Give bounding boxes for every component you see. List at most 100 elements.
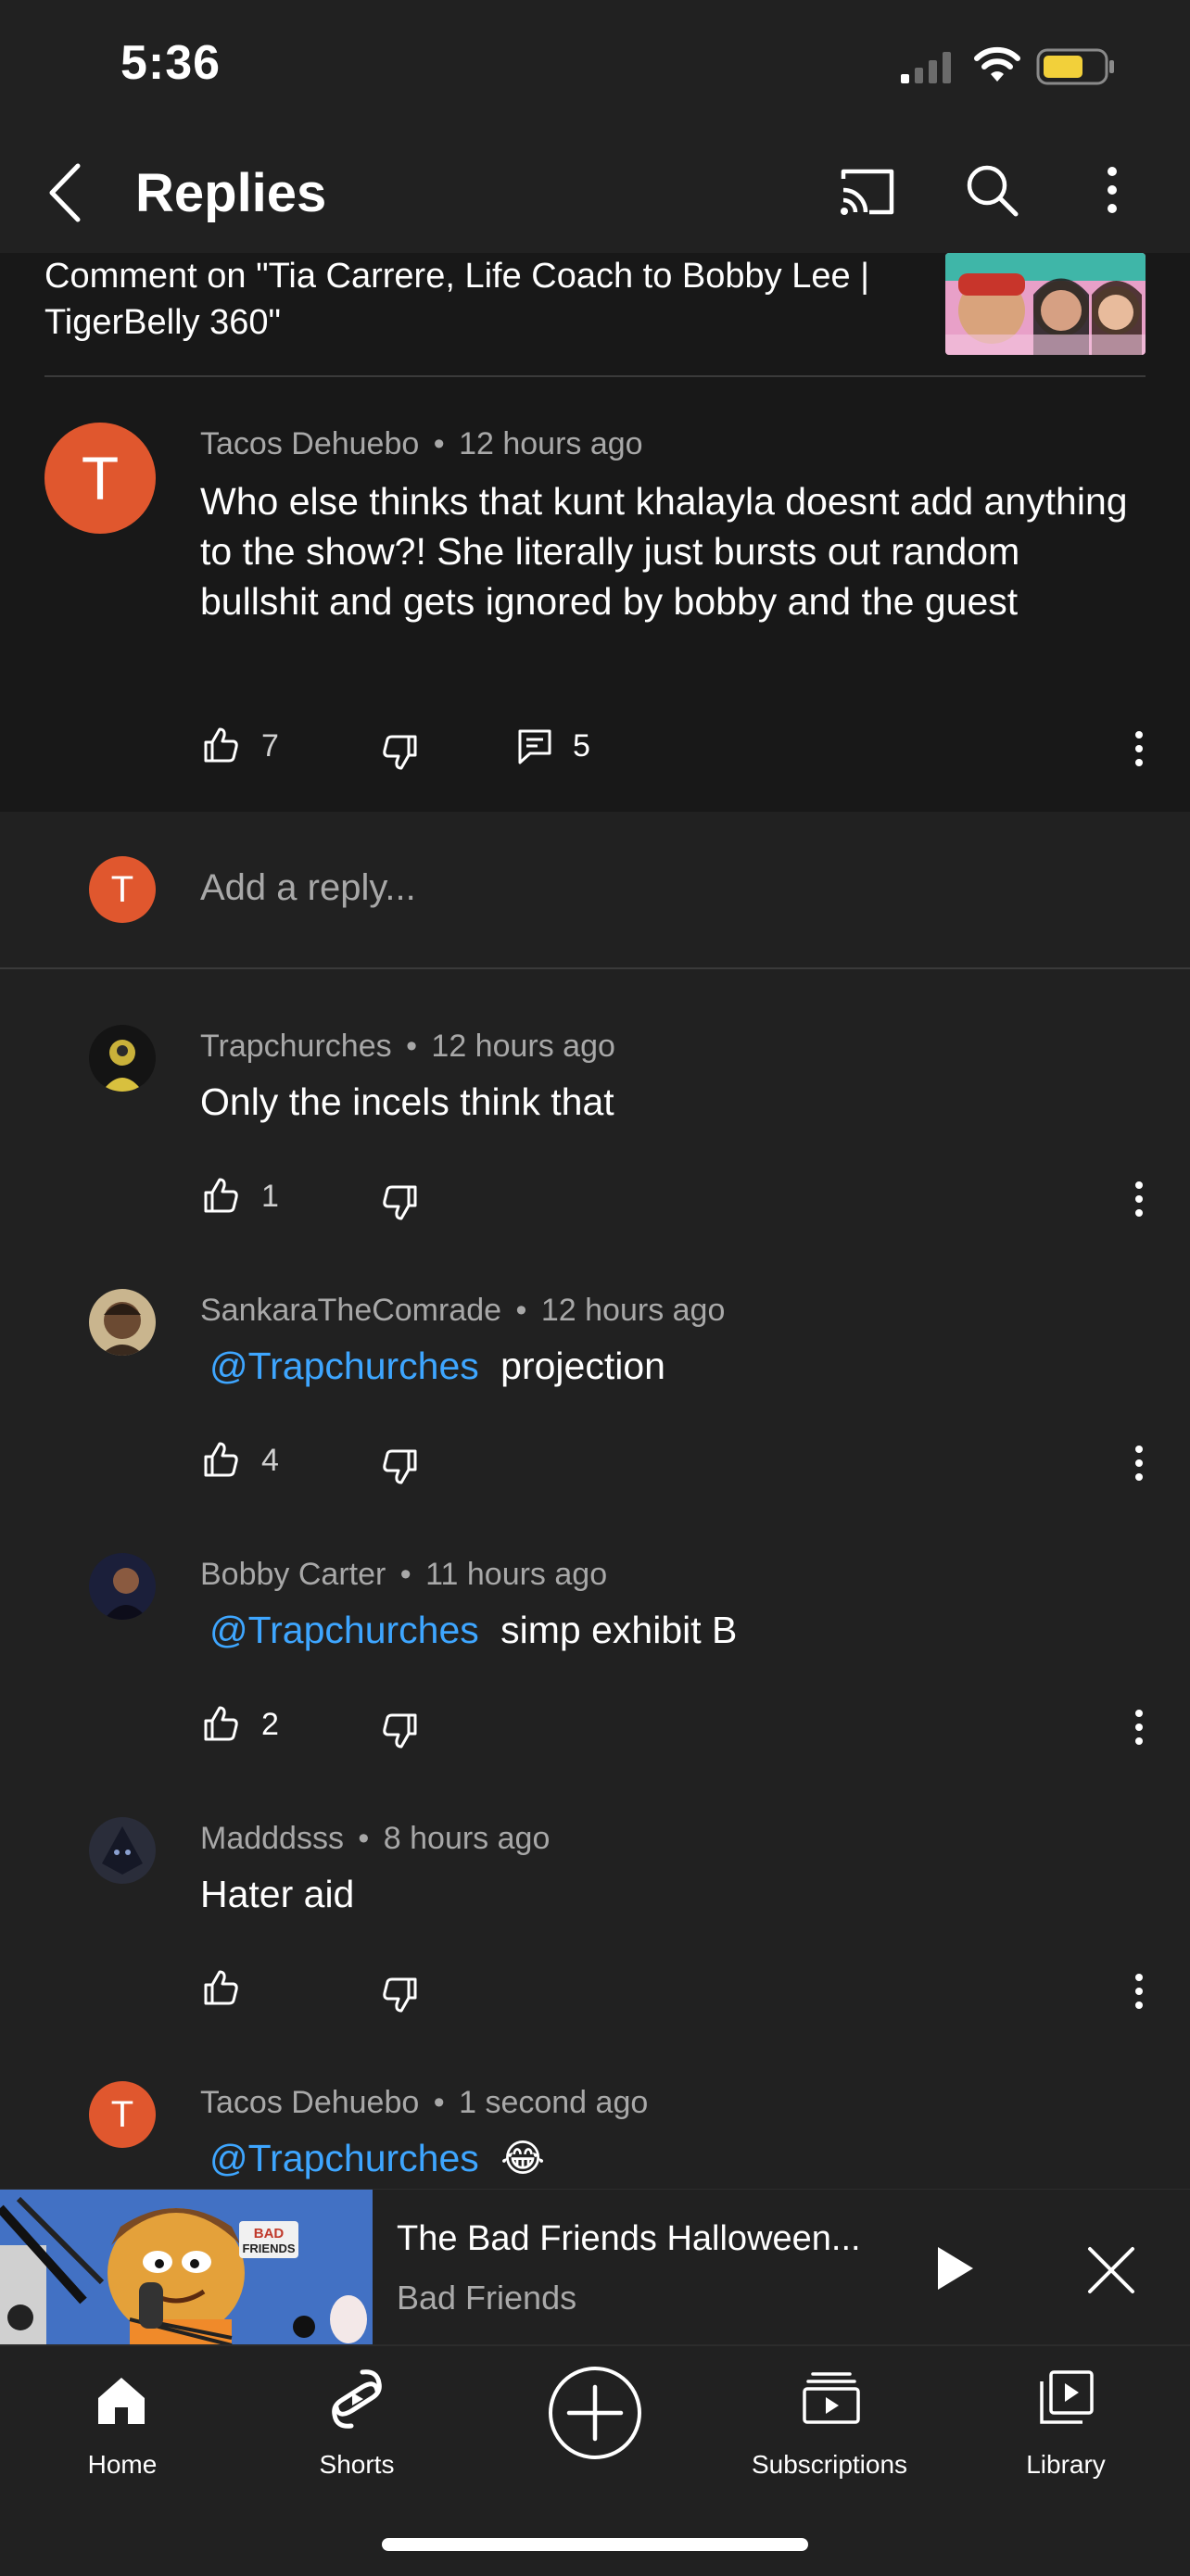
like-icon[interactable] [202, 1705, 239, 1742]
like-count: 4 [261, 1443, 279, 1478]
status-bar: 5:36 [0, 0, 1190, 134]
mini-player-thumbnail[interactable]: BAD FRIENDS [0, 2190, 373, 2345]
comment-meta: Tacos Dehuebo • 1 second ago [200, 2085, 648, 2121]
nav-label: Subscriptions [751, 2450, 908, 2479]
nav-label: Shorts [319, 2450, 395, 2479]
comment-text: @Trapchurches 😂 [209, 2133, 545, 2183]
comment-author[interactable]: Madddsss [200, 1821, 344, 1856]
reply-input[interactable]: Add a reply... [200, 867, 416, 909]
app-bar: Replies [0, 134, 1190, 253]
battery-icon [1036, 48, 1116, 85]
home-icon [95, 2374, 148, 2428]
comment-text: @Trapchurches simp exhibit B [209, 1605, 737, 1655]
back-icon[interactable] [46, 162, 83, 223]
meta-separator: • [515, 1293, 527, 1328]
video-title[interactable]: Comment on "Tia Carrere, Life Coach to B… [44, 253, 906, 346]
dislike-icon[interactable] [382, 1448, 419, 1485]
mention-link[interactable]: @Trapchurches [209, 2137, 479, 2179]
comment-more-icon[interactable] [1133, 1709, 1146, 1746]
comment-author[interactable]: SankaraTheComrade [200, 1293, 501, 1328]
nav-shorts[interactable]: Shorts [255, 2346, 459, 2504]
nav-subscriptions[interactable]: Subscriptions [728, 2346, 931, 2504]
comment-more-icon[interactable] [1133, 1973, 1146, 2010]
library-icon [1038, 2368, 1095, 2426]
play-icon[interactable] [934, 2245, 975, 2292]
nav-library[interactable]: Library [964, 2346, 1168, 2504]
avatar[interactable]: T [89, 2081, 156, 2148]
home-indicator[interactable] [382, 2538, 808, 2551]
dislike-icon[interactable] [382, 1712, 419, 1749]
comment-body: projection [500, 1345, 665, 1387]
avatar[interactable] [89, 1289, 156, 1356]
reply-item: Trapchurches • 12 hours ago Only the inc… [0, 1019, 1190, 1269]
mini-player[interactable]: BAD FRIENDS The Bad Friends Halloween...… [0, 2189, 1190, 2345]
comment-author[interactable]: Trapchurches [200, 1029, 392, 1064]
reply-input-row[interactable]: T Add a reply... [0, 812, 1190, 967]
mention-link[interactable]: @Trapchurches [209, 1609, 479, 1651]
comment-text: @Trapchurches projection [209, 1341, 665, 1391]
comment-more-icon[interactable] [1133, 730, 1146, 767]
comment-meta: SankaraTheComrade • 12 hours ago [200, 1293, 725, 1329]
comment-body: Hater aid [200, 1873, 355, 1915]
reply-item: Madddsss • 8 hours ago Hater aid [0, 1812, 1190, 2062]
comment-more-icon[interactable] [1133, 1445, 1146, 1482]
cast-icon[interactable] [838, 166, 897, 218]
like-icon[interactable] [202, 726, 239, 764]
reply-count[interactable]: 5 [573, 728, 590, 764]
wifi-icon [973, 46, 1021, 83]
like-icon[interactable] [202, 1441, 239, 1478]
avatar[interactable] [89, 1817, 156, 1884]
divider [44, 375, 1146, 377]
nav-label: Library [1026, 2450, 1106, 2479]
create-button[interactable] [547, 2365, 643, 2461]
search-icon[interactable] [964, 162, 1019, 218]
more-options-icon[interactable] [1103, 164, 1121, 216]
meta-separator: • [406, 1029, 417, 1064]
shorts-icon [331, 2368, 383, 2430]
comment-meta: Madddsss • 8 hours ago [200, 1821, 550, 1857]
comment-time: 12 hours ago [431, 1029, 615, 1064]
mini-player-channel[interactable]: Bad Friends [397, 2279, 576, 2317]
video-thumbnail[interactable] [945, 253, 1146, 355]
comment-more-icon[interactable] [1133, 1181, 1146, 1218]
comment-body: simp exhibit B [500, 1609, 738, 1651]
avatar[interactable] [89, 1553, 156, 1620]
comment-author[interactable]: Bobby Carter [200, 1557, 386, 1592]
mention-link[interactable]: @Trapchurches [209, 1345, 479, 1387]
divider [0, 967, 1190, 969]
avatar[interactable] [89, 1025, 156, 1092]
comment-author[interactable]: Tacos Dehuebo [200, 2085, 419, 2120]
meta-separator: • [433, 426, 445, 461]
comment-body: 😂 [500, 2137, 546, 2179]
page-title: Replies [135, 163, 327, 223]
dislike-icon[interactable] [382, 1976, 419, 2014]
like-icon[interactable] [202, 1177, 239, 1214]
mini-player-title[interactable]: The Bad Friends Halloween... [397, 2219, 861, 2259]
comment-body: Only the incels think that [200, 1080, 614, 1123]
like-count: 1 [261, 1179, 279, 1214]
nav-home[interactable]: Home [20, 2346, 224, 2504]
comment-time: 11 hours ago [425, 1557, 608, 1592]
signal-icon [899, 52, 956, 83]
close-icon[interactable] [1086, 2245, 1136, 2295]
status-time: 5:36 [120, 36, 222, 90]
svg-text:FRIENDS: FRIENDS [242, 2241, 295, 2255]
meta-separator: • [399, 1557, 411, 1592]
video-header[interactable]: Comment on "Tia Carrere, Life Coach to B… [0, 253, 1190, 378]
dislike-icon[interactable] [382, 1184, 419, 1221]
like-icon[interactable] [202, 1969, 239, 2006]
comment-author[interactable]: Tacos Dehuebo [200, 426, 419, 461]
reply-item: T Tacos Dehuebo • 1 second ago @Trapchur… [0, 2076, 1190, 2189]
parent-comment: T Tacos Dehuebo • 12 hours ago Who else … [0, 378, 1190, 812]
nav-label: Home [87, 2450, 158, 2479]
comment-text: Hater aid [200, 1869, 354, 1919]
reply-count-icon[interactable] [517, 728, 552, 765]
like-count: 2 [261, 1707, 279, 1742]
reply-item: SankaraTheComrade • 12 hours ago @Trapch… [0, 1283, 1190, 1534]
comment-text: Only the incels think that [200, 1077, 614, 1127]
reply-item: Bobby Carter • 11 hours ago @Trapchurche… [0, 1547, 1190, 1798]
comment-time: 12 hours ago [459, 426, 643, 461]
meta-separator: • [358, 1821, 370, 1856]
avatar[interactable]: T [44, 423, 156, 534]
dislike-icon[interactable] [382, 734, 419, 771]
